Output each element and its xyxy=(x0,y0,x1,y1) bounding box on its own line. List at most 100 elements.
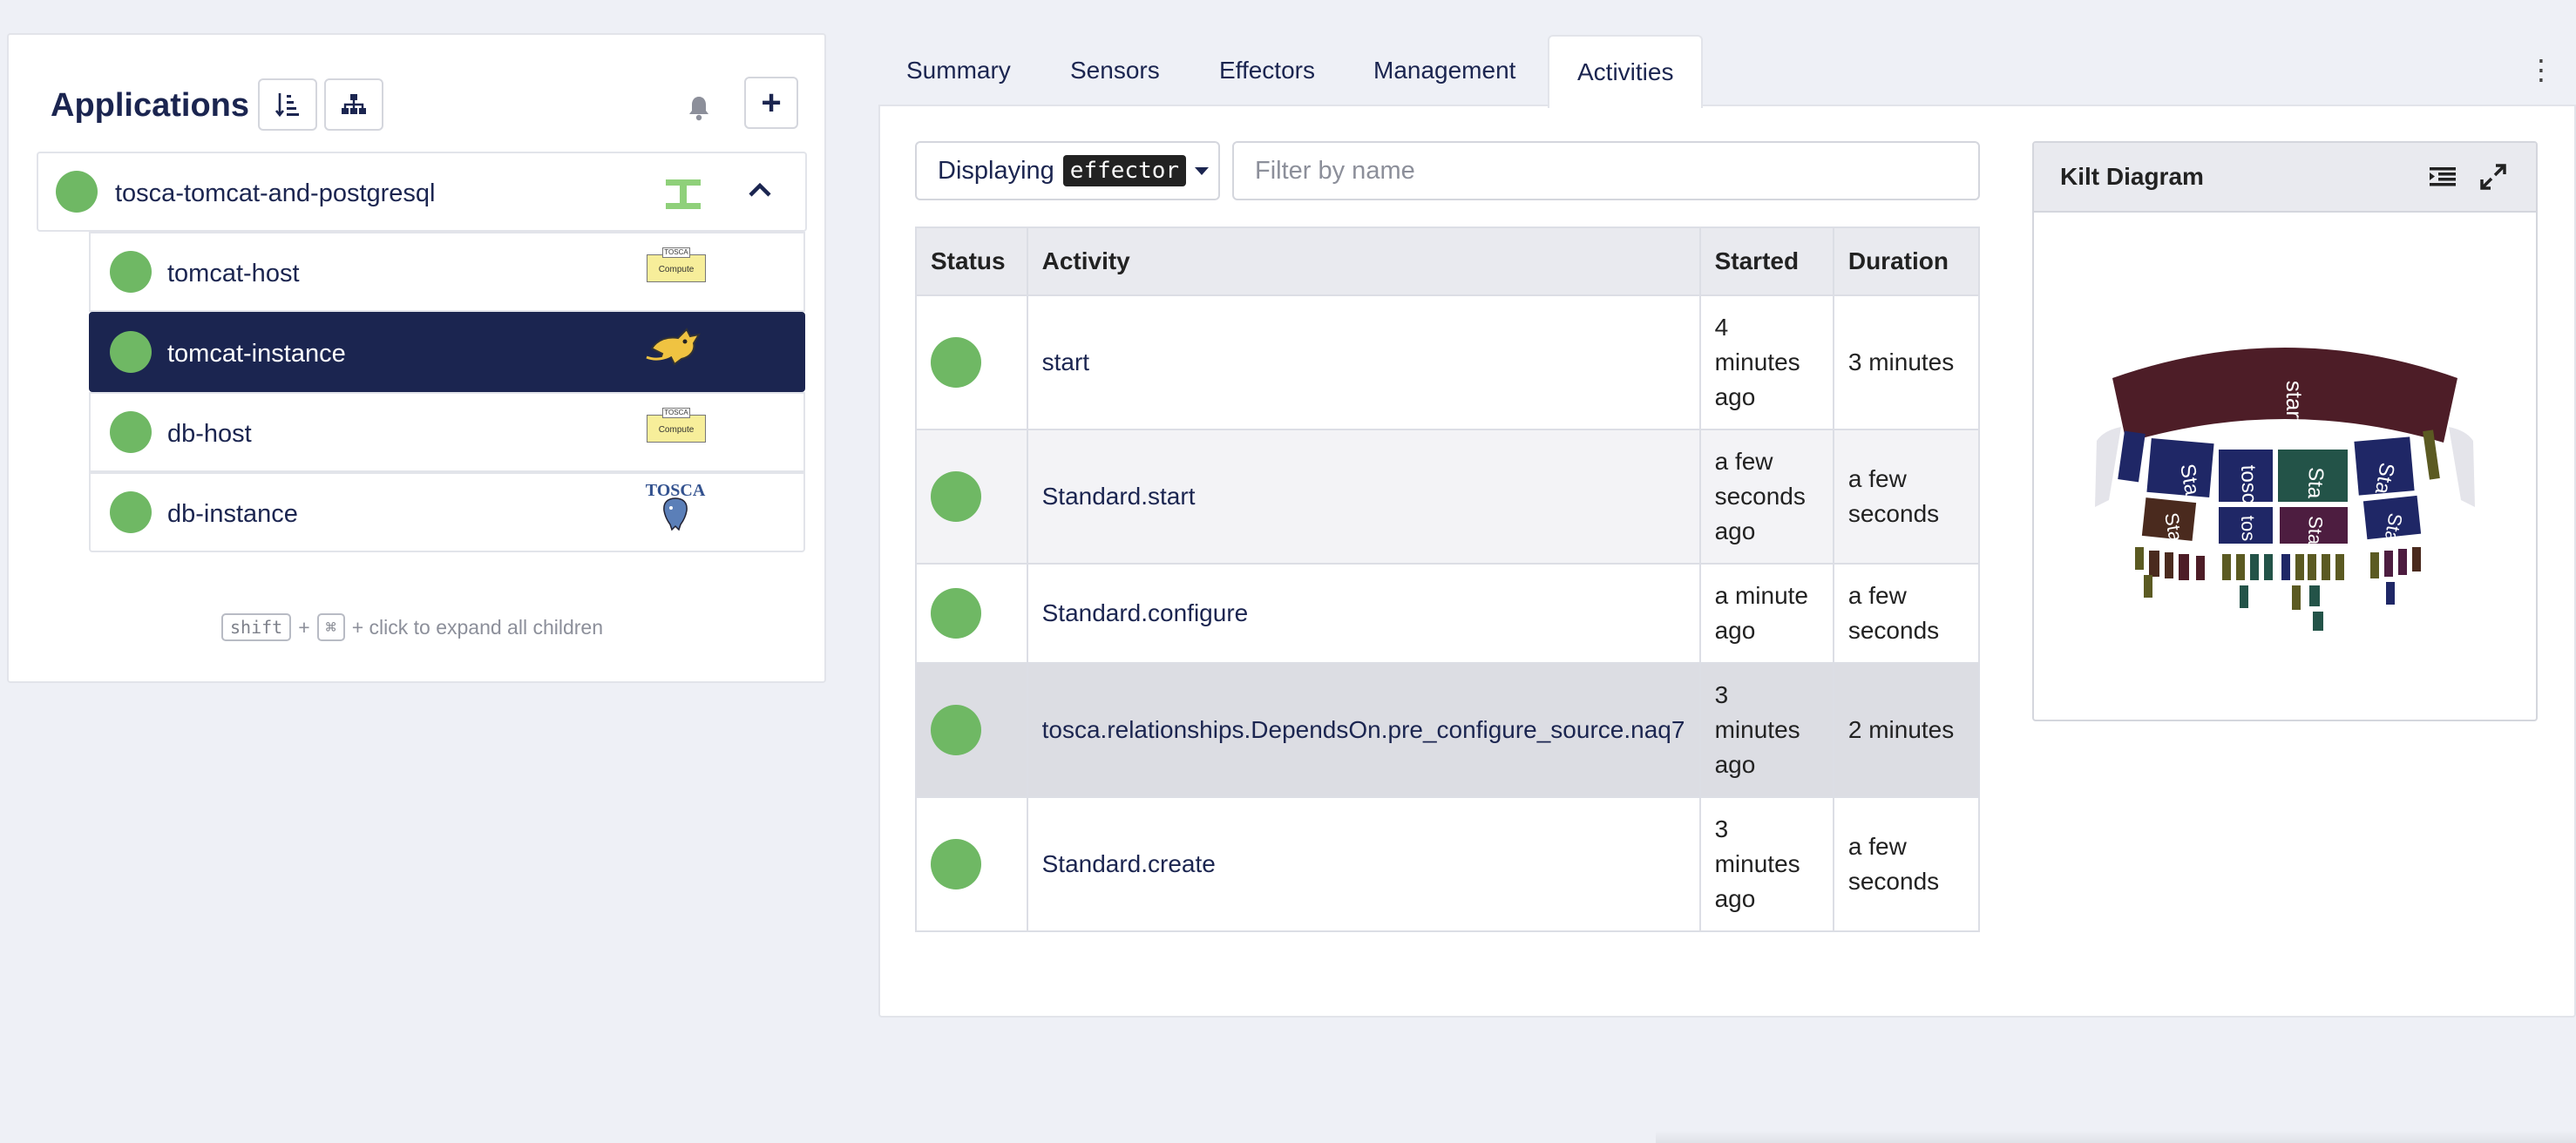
duration-cell: a few seconds xyxy=(1832,796,1981,932)
more-options-icon[interactable]: ⋮ xyxy=(2527,52,2555,87)
hint-plus: + xyxy=(298,615,310,639)
started-cell: a few seconds ago xyxy=(1698,429,1834,565)
table-row[interactable]: Standard.start a few seconds ago a few s… xyxy=(915,429,1981,565)
tosca-compute-icon: TOSCA Compute xyxy=(647,408,708,443)
started-cell: 3 minutes ago xyxy=(1698,662,1834,798)
page-bottom-shadow xyxy=(1656,1131,2576,1143)
started-cell: 4 minutes ago xyxy=(1698,294,1834,430)
tree-item-db-instance[interactable]: db-instance TOSCA xyxy=(89,472,805,552)
duration-cell: 2 minutes xyxy=(1832,662,1981,798)
kilt-mid-label: tosc xyxy=(2236,464,2261,504)
sort-button[interactable] xyxy=(258,78,317,131)
status-dot xyxy=(931,588,981,639)
started-cell: 3 minutes ago xyxy=(1698,796,1834,932)
tree-root-label: tosca-tomcat-and-postgresql xyxy=(115,179,436,207)
tree-item-label: db-host xyxy=(167,420,252,448)
status-cell xyxy=(915,563,1028,664)
expand-icon[interactable] xyxy=(2478,162,2508,192)
kilt-leaf-bars xyxy=(2135,547,2421,631)
notifications-button[interactable] xyxy=(681,91,716,125)
display-filter-dropdown[interactable]: Displaying effector xyxy=(915,141,1220,200)
applications-panel: Applications + tosca-tomcat-and-postgres… xyxy=(7,33,826,683)
tosca-compute-icon: TOSCA Compute xyxy=(647,247,708,282)
kilt-low-label: Sta xyxy=(2160,511,2186,544)
table-row[interactable]: Standard.configure a minute ago a few se… xyxy=(915,563,1981,664)
duration-cell: a few seconds xyxy=(1832,429,1981,565)
command-key: ⌘ xyxy=(316,613,345,641)
status-cell xyxy=(915,662,1028,798)
duration-cell: a few seconds xyxy=(1832,563,1981,664)
tree-item-label: db-instance xyxy=(167,500,298,528)
activities-table: Status Activity Started Duration start 4… xyxy=(915,227,1981,932)
column-header-started: Started xyxy=(1698,227,1834,296)
table-row[interactable]: tosca.relationships.DependsOn.pre_config… xyxy=(915,662,1981,798)
hint-text: + click to expand all children xyxy=(351,615,604,639)
tree-item-tomcat-host[interactable]: tomcat-host TOSCA Compute xyxy=(89,232,805,312)
tree-item-label: tomcat-instance xyxy=(167,340,346,368)
status-dot xyxy=(56,171,98,213)
tab-management[interactable]: Management xyxy=(1373,35,1515,106)
status-dot xyxy=(931,471,981,522)
tab-sensors[interactable]: Sensors xyxy=(1070,35,1160,106)
table-row[interactable]: Standard.create 3 minutes ago a few seco… xyxy=(915,796,1981,932)
compute-label: Compute xyxy=(658,265,695,274)
status-dot xyxy=(110,251,152,293)
activity-link[interactable]: Standard.configure xyxy=(1026,563,1701,664)
tree-view-button[interactable] xyxy=(324,78,383,131)
status-cell xyxy=(915,429,1028,565)
kilt-low-label: Sta xyxy=(2304,516,2327,546)
status-dot xyxy=(110,491,152,533)
duration-cell: 3 minutes xyxy=(1832,294,1981,430)
kilt-diagram-header: Kilt Diagram xyxy=(2034,143,2536,213)
tosca-topology-icon xyxy=(666,179,701,209)
filter-input[interactable] xyxy=(1232,141,1980,200)
status-dot xyxy=(931,839,981,889)
tree-item-tomcat-instance[interactable]: tomcat-instance xyxy=(89,312,805,392)
tab-effectors[interactable]: Effectors xyxy=(1219,35,1315,106)
activity-link[interactable]: start xyxy=(1026,294,1701,430)
activity-link[interactable]: Standard.create xyxy=(1026,796,1701,932)
started-cell: a minute ago xyxy=(1698,563,1834,664)
status-dot xyxy=(931,337,981,388)
chevron-up-icon[interactable] xyxy=(748,181,772,199)
expand-hint: shift + ⌘ + click to expand all children xyxy=(221,613,603,641)
displaying-value: effector xyxy=(1062,155,1187,186)
tosca-postgres-icon: TOSCA xyxy=(645,481,706,531)
column-header-status: Status xyxy=(915,227,1028,296)
kilt-diagram-title: Kilt Diagram xyxy=(2060,163,2204,190)
status-dot xyxy=(110,331,152,373)
activity-link[interactable]: Standard.start xyxy=(1026,429,1701,565)
status-cell xyxy=(915,294,1028,430)
status-cell xyxy=(915,796,1028,932)
kilt-diagram-card: Kilt Diagram start Sta tosc Sta Sta Sta … xyxy=(2032,141,2538,721)
tab-activities[interactable]: Activities xyxy=(1548,35,1704,108)
shift-key: shift xyxy=(221,613,292,641)
table-header-row: Status Activity Started Duration xyxy=(915,227,1981,296)
kilt-top-label: start xyxy=(2281,381,2308,425)
status-dot xyxy=(110,411,152,453)
column-header-duration: Duration xyxy=(1832,227,1981,296)
activity-link[interactable]: tosca.relationships.DependsOn.pre_config… xyxy=(1026,662,1701,798)
sort-icon xyxy=(275,93,299,118)
tree-icon xyxy=(342,94,366,114)
bell-icon xyxy=(689,97,708,121)
tab-summary[interactable]: Summary xyxy=(906,35,1011,106)
tree-root-item[interactable]: tosca-tomcat-and-postgresql xyxy=(37,152,807,232)
kilt-mid-label: Sta xyxy=(2303,467,2328,500)
tree-item-label: tomcat-host xyxy=(167,260,300,287)
tomcat-icon xyxy=(646,328,702,366)
table-row[interactable]: start 4 minutes ago 3 minutes xyxy=(915,294,1981,430)
applications-title: Applications xyxy=(51,87,250,124)
compute-label: Compute xyxy=(658,425,695,435)
tosca-label: TOSCA xyxy=(662,247,690,258)
tree-item-db-host[interactable]: db-host TOSCA Compute xyxy=(89,392,805,472)
status-dot xyxy=(931,705,981,755)
caret-down-icon xyxy=(1195,166,1210,175)
kilt-low-label: tos xyxy=(2237,515,2260,541)
tosca-label: TOSCA xyxy=(662,408,690,418)
column-header-activity: Activity xyxy=(1026,227,1701,296)
add-application-button[interactable]: + xyxy=(744,77,798,129)
displaying-label: Displaying xyxy=(938,156,1054,185)
kilt-diagram-chart[interactable]: start Sta tosc Sta Sta Sta tos Sta Sta xyxy=(2034,213,2536,721)
list-indent-icon[interactable] xyxy=(2428,162,2457,192)
